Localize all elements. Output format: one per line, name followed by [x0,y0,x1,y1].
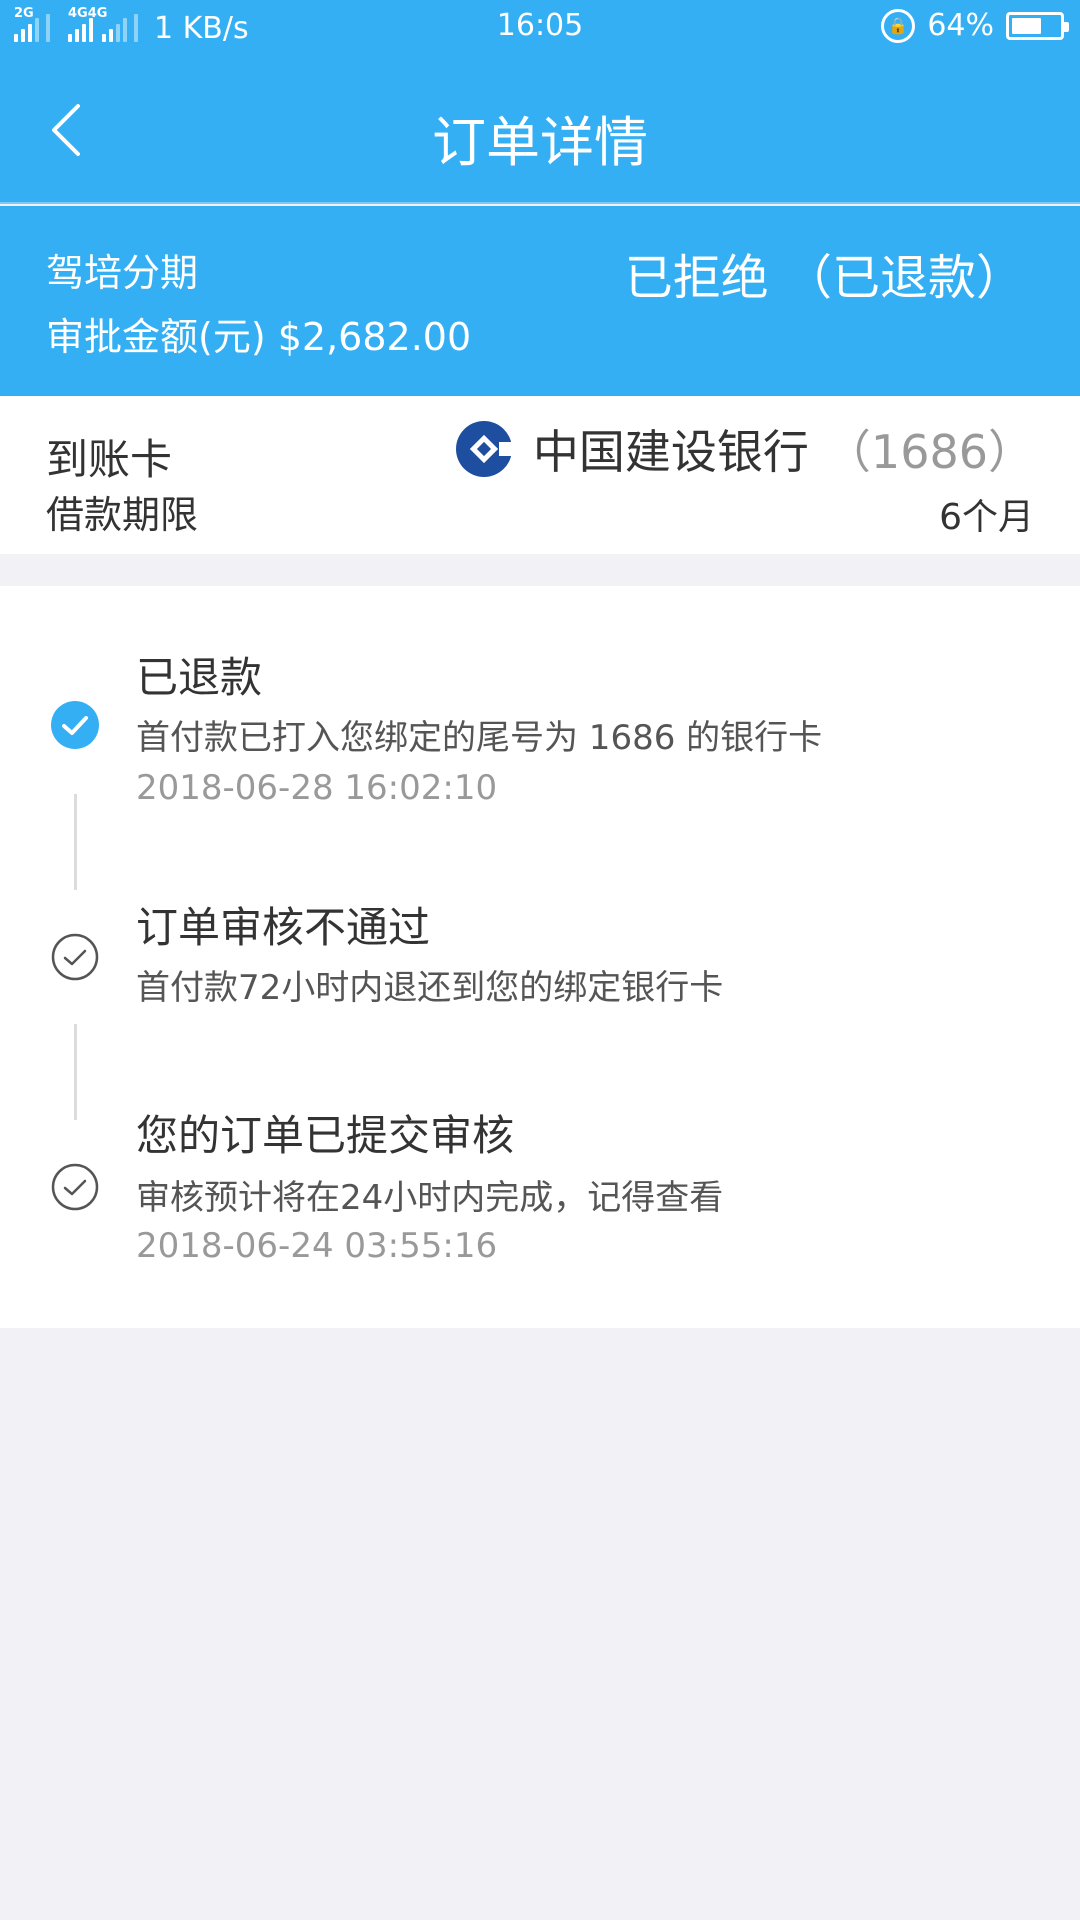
card-info-section: 到账卡 借款期限 中国建设银行 （1686） 6个月 [0,396,1080,554]
card-label: 到账卡 [46,435,173,484]
timeline-title: 订单审核不通过 [136,903,431,952]
order-status: 已拒绝 （已退款） [624,250,1024,306]
nav-bar: 订单详情 [0,56,1080,204]
product-name: 驾培分期 [46,251,199,295]
rotation-lock-icon: 🔒 [881,8,916,43]
timeline-desc: 首付款已打入您绑定的尾号为 1686 的银行卡 [136,718,823,758]
timeline-time: 2018-06-24 03:55:16 [136,1226,498,1266]
check-circle-outline-icon [51,933,99,981]
bank-name: 中国建设银行 [532,425,809,479]
timeline-title: 您的订单已提交审核 [136,1111,515,1160]
order-timeline: 已退款 首付款已打入您绑定的尾号为 1686 的银行卡 2018-06-28 1… [0,586,1080,1328]
card-tail-number: （1686） [824,425,1034,479]
term-label: 借款期限 [46,493,199,537]
timeline-title: 已退款 [136,653,263,702]
approved-amount: 审批金额(元) $2,682.00 [46,315,472,359]
ccb-bank-logo-icon [455,421,513,477]
check-circle-outline-icon [51,1163,99,1211]
loan-term: 6个月 [939,497,1034,538]
timeline-connector [74,1024,77,1120]
check-circle-filled-icon [51,701,99,749]
timeline-time: 2018-06-28 16:02:10 [136,768,498,808]
status-right: 🔒 64% [881,8,1069,43]
timeline-desc: 审核预计将在24小时内完成，记得查看 [136,1178,724,1218]
status-bar: 2G 4G4G 1 KB/s 16:05 🔒 64% [0,0,1080,56]
order-summary: 驾培分期 审批金额(元) $2,682.00 已拒绝 （已退款） [0,206,1080,396]
bank-card: 中国建设银行 （1686） [455,416,1034,482]
battery-icon [1006,11,1069,40]
timeline-connector [74,794,77,890]
page-title: 订单详情 [432,111,648,174]
battery-percent: 64% [927,8,994,43]
timeline-desc: 首付款72小时内退还到您的绑定银行卡 [136,968,724,1008]
